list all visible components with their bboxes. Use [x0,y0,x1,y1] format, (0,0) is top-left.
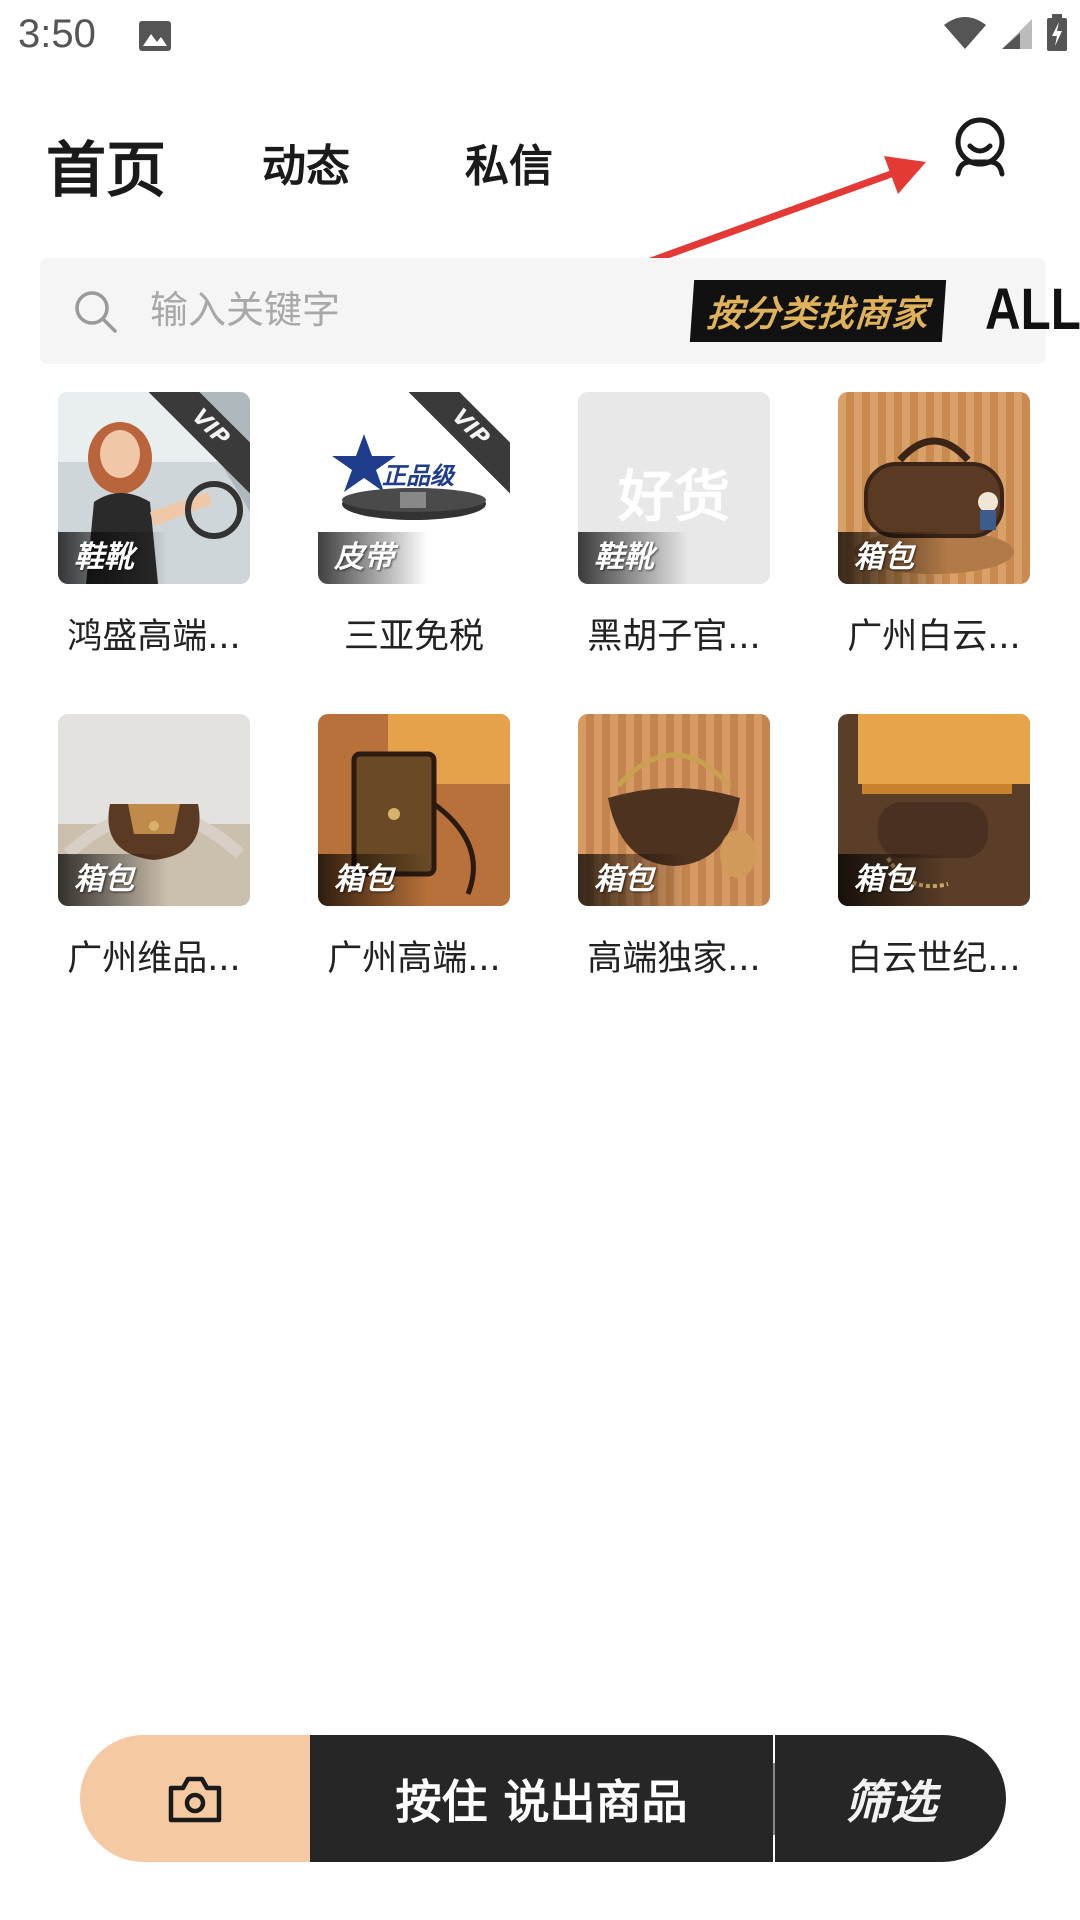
merchant-thumbnail: 箱包 [838,714,1030,906]
tab-feed[interactable]: 动态 [262,130,350,194]
merchant-name: 鸿盛高端... [67,617,241,657]
camera-icon [168,1776,222,1822]
merchant-name: 高端独家... [587,939,761,979]
battery-charging-icon [1047,14,1067,51]
merchant-name: 广州维品... [67,939,241,979]
category-tag: 鞋靴 [578,532,688,584]
wifi-icon [944,17,986,49]
signal-icon [1002,19,1032,49]
merchant-card[interactable]: 好货 鞋靴 黑胡子官... [578,392,770,659]
status-time: 3:50 [18,12,96,56]
merchant-card[interactable]: VIP 鞋靴 鸿盛高端... [58,392,250,659]
search-input[interactable] [150,282,570,338]
status-icons [942,14,1068,52]
merchant-thumbnail: 正品级 VIP 皮带 [318,392,510,584]
search-icon [75,291,117,333]
merchant-thumbnail: 箱包 [58,714,250,906]
merchant-thumbnail: 箱包 [838,392,1030,584]
merchant-card[interactable]: 箱包 白云世纪... [838,714,1030,981]
all-button[interactable]: ALL [985,276,1080,343]
tab-messages[interactable]: 私信 [465,130,553,194]
browse-by-category-button[interactable]: 按分类找商家 [689,280,947,342]
placeholder-text: 好货 [618,465,730,530]
merchant-card[interactable]: 箱包 广州白云... [838,392,1030,659]
merchant-card[interactable]: 箱包 高端独家... [578,714,770,981]
status-bar: 3:50 [0,0,1080,75]
merchant-name: 三亚免税 [343,617,484,657]
category-tag: 皮带 [318,532,428,584]
image-notification-icon [139,21,171,51]
annotation-arrow [644,156,926,266]
profile-icon[interactable] [950,112,1010,178]
category-tag: 箱包 [838,854,948,906]
camera-search-button[interactable] [80,1735,310,1862]
merchant-name: 广州白云... [847,617,1021,657]
authentic-badge: 正品级 [382,462,454,490]
merchant-name: 黑胡子官... [587,617,761,657]
filter-button[interactable]: 筛选 [775,1735,1006,1862]
browse-by-category-label: 按分类找商家 [705,294,931,335]
category-tag: 箱包 [838,532,948,584]
merchant-thumbnail: 好货 鞋靴 [578,392,770,584]
category-tag: 鞋靴 [58,532,168,584]
merchant-thumbnail: 箱包 [318,714,510,906]
merchant-name: 广州高端... [327,939,501,979]
category-tag: 箱包 [318,854,428,906]
tab-home[interactable]: 首页 [46,122,166,209]
bottom-action-bar: 按住 说出商品 筛选 [80,1735,1006,1862]
merchant-name: 白云世纪... [847,939,1021,979]
search-bar: 按分类找商家 ALL [40,258,1080,364]
category-tag: 箱包 [578,854,688,906]
merchant-card[interactable]: 箱包 广州高端... [318,714,510,981]
merchant-thumbnail: 箱包 [578,714,770,906]
merchant-card[interactable]: 正品级 VIP 皮带 三亚免税 [318,392,510,659]
merchant-thumbnail: VIP 鞋靴 [58,392,250,584]
merchant-card[interactable]: 箱包 广州维品... [58,714,250,981]
hold-to-speak-button[interactable]: 按住 说出商品 [310,1735,773,1862]
category-tag: 箱包 [58,854,168,906]
